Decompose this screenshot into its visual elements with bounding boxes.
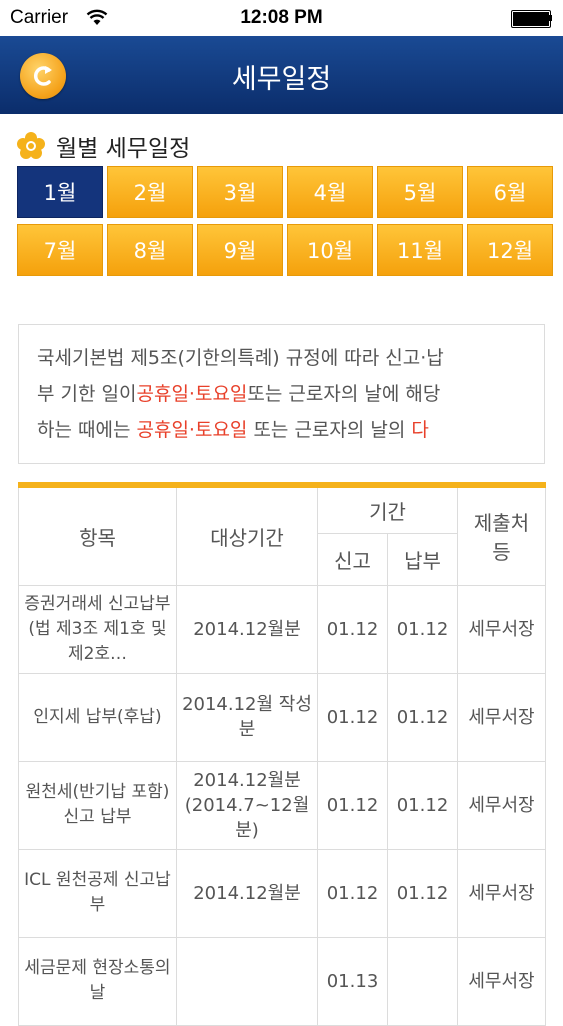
cell-report: 01.12 xyxy=(317,848,388,938)
cell-payment: 01.12 xyxy=(387,848,458,938)
cell-report: 01.12 xyxy=(317,672,388,762)
notice-highlight: 공휴일·토요일 xyxy=(136,383,248,405)
table-row[interactable]: 세금문제 현장소통의 날 01.13 세무서장 xyxy=(18,936,546,1026)
cell-submit: 세무서장 xyxy=(457,584,546,674)
header-payment: 납부 xyxy=(387,532,458,586)
header-target-period: 대상기간 xyxy=(176,484,318,586)
table-header-row: 항목 대상기간 기간 제출처 등 xyxy=(18,484,546,586)
cell-item: ICL 원천공제 신고납부 xyxy=(18,848,177,938)
notice-highlight: 공휴일·토요일 xyxy=(136,419,248,441)
month-button-5[interactable]: 5월 xyxy=(377,166,463,218)
cell-payment: 01.12 xyxy=(387,672,458,762)
month-button-4[interactable]: 4월 xyxy=(287,166,373,218)
cell-target: 2014.12월분 (2014.7~12월분) xyxy=(176,760,318,850)
page-title: 세무일정 xyxy=(231,64,332,95)
cell-submit: 세무서장 xyxy=(457,672,546,762)
clock: 12:08 PM xyxy=(240,7,323,28)
cell-payment: 01.12 xyxy=(387,584,458,674)
status-bar: Carrier 12:08 PM xyxy=(0,0,563,36)
cell-target xyxy=(176,936,318,1026)
cell-submit: 세무서장 xyxy=(457,848,546,938)
cell-submit: 세무서장 xyxy=(457,760,546,850)
month-button-6[interactable]: 6월 xyxy=(467,166,553,218)
flower-icon xyxy=(17,132,45,159)
cell-target: 2014.12월 작성분 xyxy=(176,672,318,762)
cell-payment: 01.12 xyxy=(387,760,458,850)
notice-line-1: 국세기본법 제5조(기한의특례) 규정에 따라 신고·납 xyxy=(37,347,444,369)
header-submit: 제출처 등 xyxy=(457,484,546,586)
notice-line-2a: 부 기한 일이 xyxy=(37,383,137,405)
table-row[interactable]: 원천세(반기납 포함) 신고 납부 2014.12월분 (2014.7~12월분… xyxy=(18,760,546,850)
section-heading: 월별 세무일정 xyxy=(16,128,190,164)
table-row[interactable]: 인지세 납부(후납) 2014.12월 작성분 01.12 01.12 세무서장 xyxy=(18,672,546,762)
cell-item: 원천세(반기납 포함) 신고 납부 xyxy=(18,760,177,850)
cell-item: 세금문제 현장소통의 날 xyxy=(18,936,177,1026)
cell-target: 2014.12월분 xyxy=(176,584,318,674)
header-period: 기간 xyxy=(317,484,458,534)
section-title: 월별 세무일정 xyxy=(56,136,191,162)
notice-highlight: 다 xyxy=(411,419,429,441)
month-button-9[interactable]: 9월 xyxy=(197,224,283,276)
month-button-1[interactable]: 1월 xyxy=(17,166,103,218)
header-report: 신고 xyxy=(317,532,388,586)
schedule-table: 항목 대상기간 기간 제출처 등 신고 납부 증권거래세 신고납부(법 제3조 … xyxy=(18,482,546,1026)
month-grid: 1월 2월 3월 4월 5월 6월 7월 8월 9월 10월 11월 12월 xyxy=(17,166,553,276)
cell-item: 증권거래세 신고납부(법 제3조 제1호 및 제2호… xyxy=(18,584,177,674)
notice-line-3c: 또는 근로자의 날의 xyxy=(247,419,412,441)
table-row[interactable]: 증권거래세 신고납부(법 제3조 제1호 및 제2호… 2014.12월분 01… xyxy=(18,584,546,674)
app-header: 세무일정 xyxy=(0,36,563,114)
month-button-2[interactable]: 2월 xyxy=(107,166,193,218)
month-button-12[interactable]: 12월 xyxy=(467,224,553,276)
cell-report: 01.12 xyxy=(317,584,388,674)
cell-payment xyxy=(387,936,458,1026)
month-button-7[interactable]: 7월 xyxy=(17,224,103,276)
month-button-11[interactable]: 11월 xyxy=(377,224,463,276)
month-button-8[interactable]: 8월 xyxy=(107,224,193,276)
notice-line-2c: 또는 근로자의 날에 해당 xyxy=(247,383,441,405)
notice-line-3a: 하는 때에는 xyxy=(37,419,137,441)
cell-target: 2014.12월분 xyxy=(176,848,318,938)
table-row[interactable]: ICL 원천공제 신고납부 2014.12월분 01.12 01.12 세무서장 xyxy=(18,848,546,938)
cell-report: 01.12 xyxy=(317,760,388,850)
month-button-10[interactable]: 10월 xyxy=(287,224,373,276)
notice-box: 국세기본법 제5조(기한의특례) 규정에 따라 신고·납 부 기한 일이공휴일·토… xyxy=(18,324,545,464)
notice-text: 국세기본법 제5조(기한의특례) 규정에 따라 신고·납 부 기한 일이공휴일·토… xyxy=(19,325,544,448)
header-item: 항목 xyxy=(18,484,177,586)
month-button-3[interactable]: 3월 xyxy=(197,166,283,218)
cell-item: 인지세 납부(후납) xyxy=(18,672,177,762)
battery-icon xyxy=(511,10,552,28)
cell-report: 01.13 xyxy=(317,936,388,1026)
cell-submit: 세무서장 xyxy=(457,936,546,1026)
